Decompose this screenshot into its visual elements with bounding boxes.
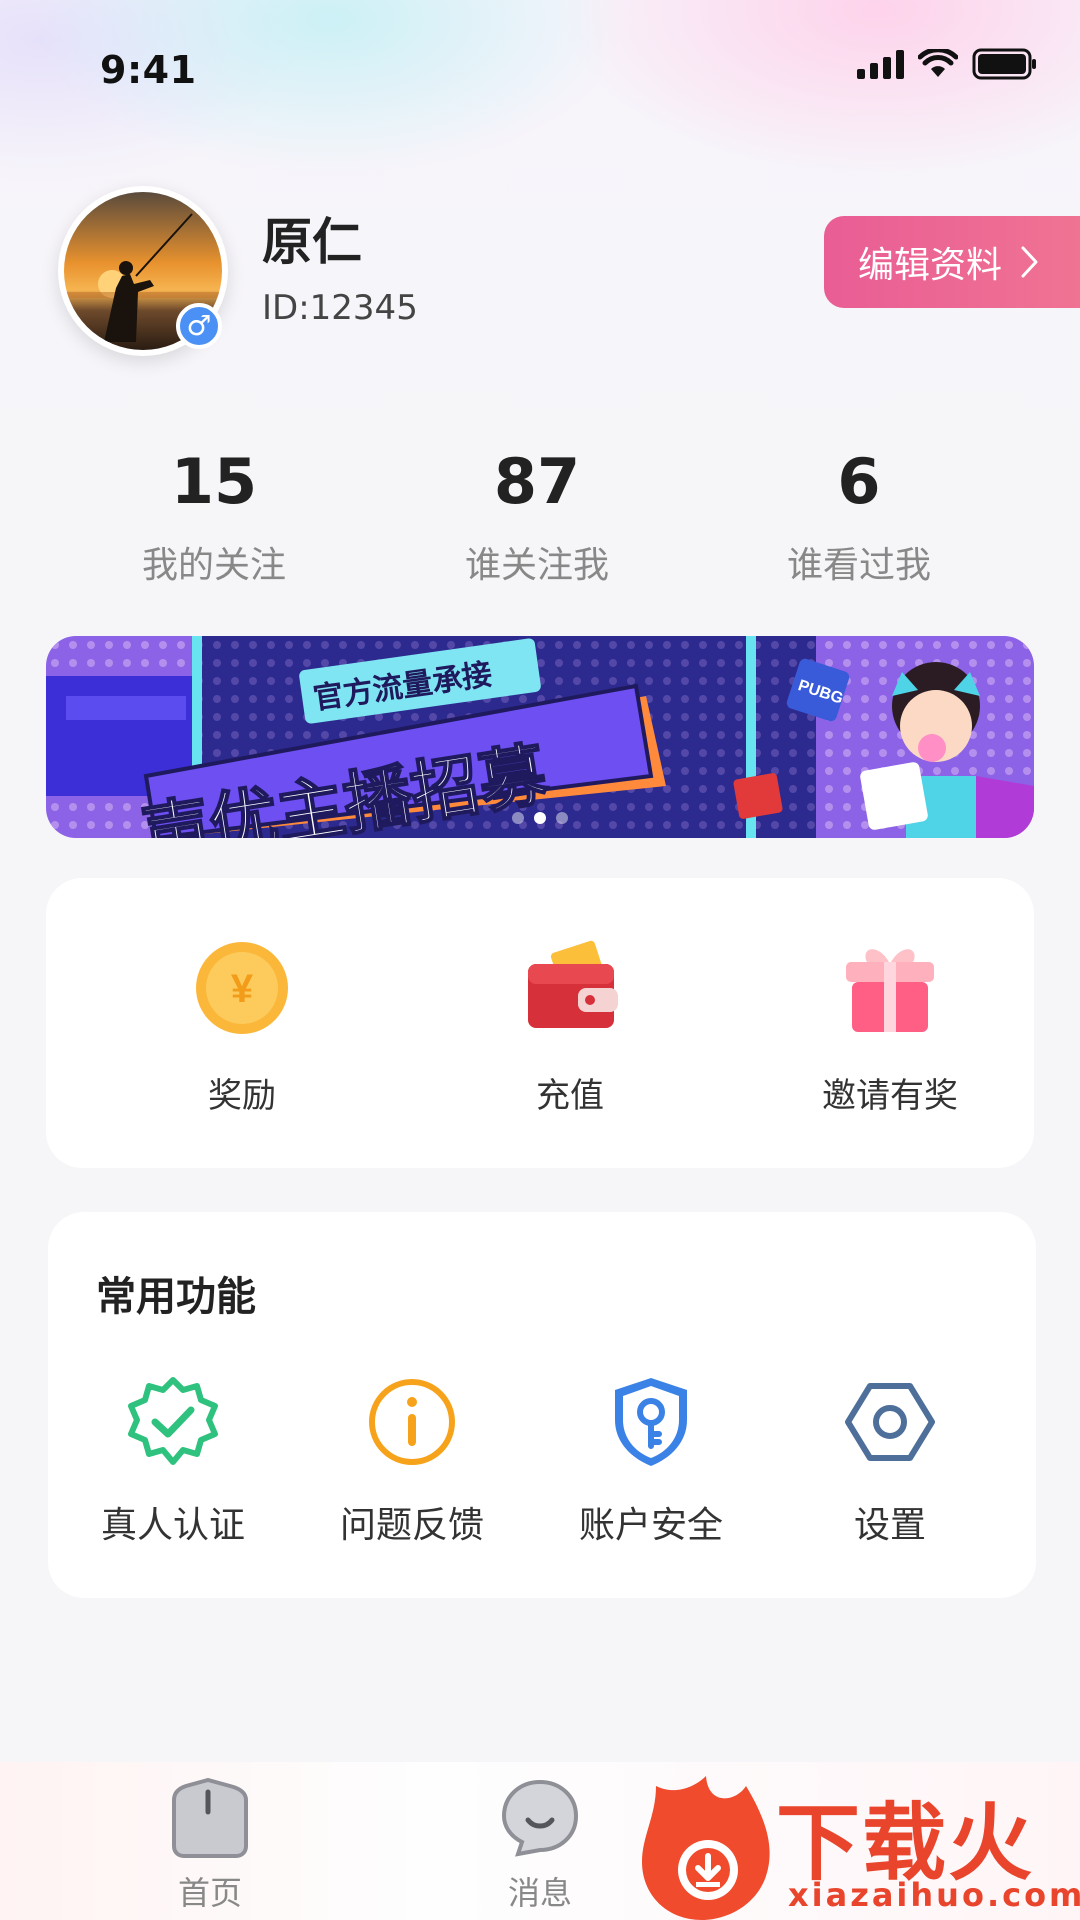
- watermark-sub: xiazaihuo.com: [788, 1876, 1080, 1914]
- tab-messages-label: 消息: [507, 1874, 572, 1912]
- reward-label: 奖励: [208, 1076, 276, 1116]
- real-name-verification-entry[interactable]: 真人认证: [58, 1374, 288, 1548]
- battery-icon: [972, 48, 1036, 80]
- status-icons: [857, 48, 1038, 80]
- reward-entry[interactable]: ¥ 奖励: [112, 938, 372, 1117]
- user-name: 原仁: [262, 213, 362, 271]
- info-circle-icon: [364, 1374, 460, 1470]
- stat-followers-label: 谁关注我: [464, 545, 609, 586]
- common-functions-card: 常用功能 真人认证 问题反馈 账户安全 设置: [48, 1212, 1036, 1598]
- settings-label: 设置: [853, 1505, 926, 1546]
- cellular-signal-icon: [857, 49, 904, 79]
- settings-entry[interactable]: 设置: [775, 1374, 1005, 1548]
- chevron-right-icon: [1021, 246, 1038, 278]
- gender-male-badge: ♂: [176, 303, 222, 349]
- invite-entry[interactable]: 邀请有奖: [760, 938, 1020, 1117]
- promo-banner[interactable]: 官方流量承接 声优主播招募 PUBG: [46, 636, 1034, 838]
- recharge-entry[interactable]: 充值: [440, 938, 700, 1117]
- stat-following[interactable]: 15 我的关注: [94, 446, 334, 588]
- gift-icon: [840, 938, 940, 1038]
- banner-dot-2[interactable]: [534, 812, 546, 824]
- stat-following-count: 15: [170, 445, 258, 518]
- account-security-entry[interactable]: 账户安全: [536, 1374, 766, 1548]
- stat-followers[interactable]: 87 谁关注我: [417, 446, 657, 588]
- status-time: 9:41: [100, 48, 197, 92]
- stat-visitors[interactable]: 6 谁看过我: [739, 446, 979, 588]
- account-security-label: 账户安全: [578, 1505, 723, 1546]
- svg-text:¥: ¥: [231, 967, 254, 1011]
- flame-logo-icon: [642, 1776, 770, 1920]
- banner-pagination: [512, 812, 568, 824]
- verified-badge-icon: [125, 1374, 221, 1470]
- common-functions-title: 常用功能: [96, 1274, 256, 1320]
- recharge-label: 充值: [536, 1076, 604, 1116]
- banner-dot-1[interactable]: [512, 812, 524, 824]
- message-icon: [501, 1779, 579, 1857]
- invite-label: 邀请有奖: [822, 1076, 958, 1116]
- home-icon: [172, 1777, 248, 1858]
- stat-followers-count: 87: [493, 445, 581, 518]
- male-icon: ♂: [186, 309, 212, 342]
- watermark: 下载火 xiazaihuo.com: [636, 1776, 1080, 1920]
- stat-visitors-count: 6: [837, 445, 881, 518]
- edit-profile-button[interactable]: 编辑资料: [824, 216, 1080, 308]
- wallet-card: ¥ 奖励 充值 邀请有奖: [46, 878, 1034, 1168]
- hexagon-gear-icon: [842, 1374, 938, 1470]
- tab-home-label: 首页: [177, 1874, 242, 1912]
- stat-visitors-label: 谁看过我: [786, 545, 931, 586]
- shield-key-icon: [603, 1374, 699, 1470]
- edit-profile-label: 编辑资料: [858, 245, 1003, 286]
- coin-icon: ¥: [192, 938, 292, 1038]
- tab-home[interactable]: 首页: [140, 1777, 280, 1914]
- banner-dot-3[interactable]: [556, 812, 568, 824]
- user-id: ID:12345: [262, 288, 418, 328]
- stat-following-label: 我的关注: [141, 545, 286, 586]
- wifi-icon: [918, 49, 958, 77]
- wallet-icon: [520, 938, 620, 1038]
- feedback-label: 问题反馈: [339, 1505, 484, 1546]
- feedback-entry[interactable]: 问题反馈: [297, 1374, 527, 1548]
- tab-messages[interactable]: 消息: [470, 1778, 610, 1914]
- real-name-verification-label: 真人认证: [100, 1505, 245, 1546]
